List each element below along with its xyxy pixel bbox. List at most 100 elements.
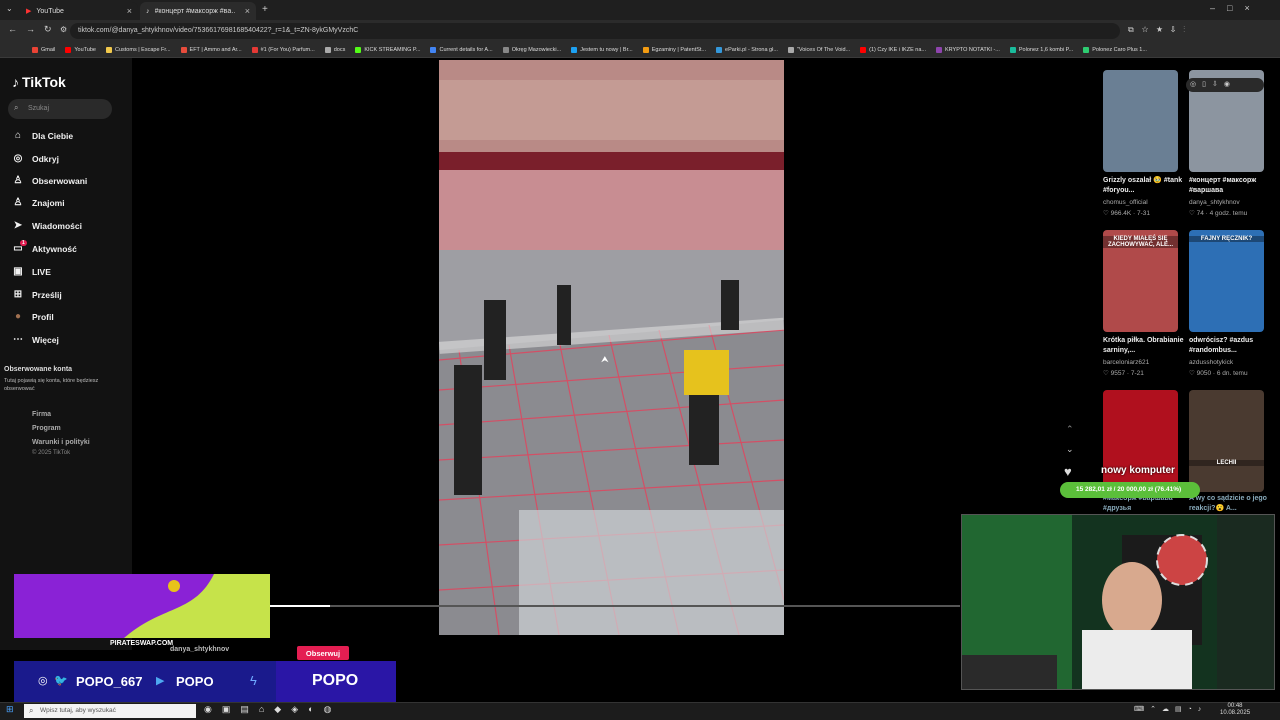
bookmark-favicon-icon [324, 46, 331, 53]
bookmark-label: KICK STREAMING P... [364, 46, 421, 53]
friends-icon: ♙ [13, 197, 23, 208]
taskbar-clock: 00:48 10.08.2025 [1220, 703, 1250, 717]
chevron-up-icon[interactable]: ⌃ [1066, 424, 1074, 435]
taskbar-search-input[interactable]: ⌕ Wpisz tutaj, aby wyszukać [24, 704, 196, 718]
bookmark-item[interactable]: KRYPTO NOTATKI -... [935, 46, 1000, 53]
sidebar-item-wiadomości[interactable]: ➤ Wiadomości [12, 220, 82, 231]
bookmark-item[interactable]: KICK STREAMING P... [355, 46, 421, 53]
reload-icon[interactable]: ↻ [44, 24, 52, 35]
compass-icon: ◎ [13, 153, 23, 164]
mini-player-controls[interactable]: ◎▯⇩◉ [1186, 78, 1264, 92]
chevron-down-icon[interactable]: ⌄ [1066, 444, 1074, 455]
sidebar-item-znajomi[interactable]: ♙ Znajomi [12, 197, 65, 208]
toolbar-extension-icons[interactable]: ⧉☆★⇩⋮ [1128, 25, 1193, 35]
recommended-caption[interactable]: #концерт #максорж #варшава [1189, 176, 1271, 196]
bookmark-item[interactable]: Customs | Escape Fr... [106, 46, 171, 53]
recommended-caption[interactable]: odwrócisz? #azdus #randombus... [1189, 336, 1271, 356]
footer-link-program[interactable]: Program [32, 425, 61, 432]
sidebar-item-live[interactable]: ▣ LIVE [12, 266, 51, 277]
bookmark-item[interactable]: Egzaminy | PatentSt... [642, 46, 707, 53]
tab-tiktok[interactable]: ♪ #концерт #максорж #вa… × [140, 2, 256, 20]
sidebar-item-więcej[interactable]: ⋯ Więcej [12, 334, 59, 345]
recommended-user[interactable]: azdusshotykick [1189, 359, 1233, 366]
bookmark-label: Customs | Escape Fr... [115, 46, 171, 53]
recommended-caption[interactable]: Grizzly oszalał 🥹 #tank #foryou... [1103, 176, 1185, 196]
bookmark-item[interactable]: Polonez Caro Plus 1... [1083, 46, 1147, 53]
bookmark-label: YouTube [74, 46, 96, 53]
url-field[interactable]: tiktok.com/@danya_shtykhnov/video/753661… [70, 23, 1120, 39]
sidebar-item-label: Obserwowani [32, 175, 88, 186]
recommended-thumbnail[interactable]: LECHII [1189, 390, 1264, 492]
bookmark-item[interactable]: #1 (For You) Parfum... [251, 46, 315, 53]
recommended-caption[interactable]: A wy co sądzicie o jego reakcji?😮 A... [1189, 494, 1271, 514]
recommended-user[interactable]: chomus_official [1103, 199, 1148, 206]
window-controls[interactable]: –□× [1210, 3, 1262, 13]
video-progress-fill [270, 605, 331, 607]
video-creator[interactable]: danya_shtykhnov [170, 646, 229, 653]
bookmark-item[interactable]: Polonez 1,6 kombi P... [1009, 46, 1073, 53]
close-tab-icon[interactable]: × [127, 6, 132, 16]
send-icon: ➤ [13, 220, 23, 231]
windows-start-icon[interactable]: ⊞ [6, 704, 14, 715]
bookmark-item[interactable]: eParki.pl - Strona gł... [716, 46, 778, 53]
bookmark-item[interactable]: (1) Czy IKE i IKZE na... [860, 46, 926, 53]
video-progress-bar[interactable] [270, 605, 960, 607]
bookmark-favicon-icon [935, 46, 942, 53]
recommended-stats: ♡ 9557 · 7-21 [1103, 370, 1144, 377]
bookmark-item[interactable]: "Voices Of The Void... [787, 46, 850, 53]
recommended-thumbnail[interactable] [1103, 70, 1178, 172]
bookmark-item[interactable]: Gmail [32, 46, 55, 53]
system-tray-icons[interactable]: ⌨⌃☁▤◔♪ [1134, 705, 1207, 713]
recommended-stats: ♡ 9050 · 6 dn. temu [1189, 370, 1248, 377]
kick-name: POPO [312, 672, 359, 689]
tab-youtube[interactable]: ▶ YouTube × [20, 2, 138, 20]
recommended-caption[interactable]: Krótka piłka. Obrabianie sarniny,... [1103, 336, 1185, 356]
close-tab-icon[interactable]: × [245, 6, 250, 16]
new-tab-icon[interactable]: + [262, 4, 268, 15]
taskbar-pinned-apps[interactable]: ◉▣▤⌂◆◈◐◍ [204, 704, 341, 715]
bookmark-item[interactable]: Jestem tu nowy | Br... [571, 46, 633, 53]
recommended-thumbnail[interactable] [1103, 390, 1178, 492]
sidebar-item-obserwowani[interactable]: ♙ Obserwowani [12, 175, 88, 186]
recommended-thumbnail[interactable]: FAJNY RĘCZNIK? [1189, 230, 1264, 332]
bookmark-item[interactable]: Okręg Mazowiecki... [502, 46, 561, 53]
bookmark-label: Egzaminy | PatentSt... [651, 46, 707, 53]
bookmark-label: #1 (For You) Parfum... [260, 46, 315, 53]
webcam-feed [961, 514, 1275, 690]
followed-empty-text: Tutaj pojawią się konta, które będziesz … [4, 378, 99, 392]
forward-icon[interactable]: → [26, 24, 35, 34]
recommended-user[interactable]: danya_shtykhnov [1189, 199, 1240, 206]
sidebar-item-profil[interactable]: ● Profil [12, 311, 54, 322]
webcam-image [962, 515, 1274, 689]
search-input[interactable]: ⌕ Szukaj [8, 99, 112, 119]
bookmark-favicon-icon [32, 46, 38, 53]
sidebar-item-dla-ciebie[interactable]: ⌂ Dla Ciebie [12, 130, 73, 141]
bookmark-favicon-icon [430, 46, 437, 53]
back-icon[interactable]: ← [8, 24, 17, 34]
bookmark-item[interactable]: Current details for A... [430, 46, 493, 53]
video-player[interactable] [439, 60, 784, 635]
bookmark-favicon-icon [180, 46, 187, 53]
sidebar-item-odkryj[interactable]: ◎ Odkryj [12, 153, 59, 164]
bookmark-item[interactable]: docs [324, 46, 345, 53]
like-heart-icon[interactable]: ♥ [1064, 464, 1072, 479]
taskbar-search-placeholder: Wpisz tutaj, aby wyszukać [40, 707, 116, 714]
bookmark-item[interactable]: YouTube [65, 46, 96, 53]
youtube-favicon-icon: ▶ [26, 8, 32, 15]
avatar-icon: ● [14, 311, 22, 322]
promo-graphic [14, 574, 270, 638]
sidebar-item-prześlij[interactable]: ⊞ Prześlij [12, 289, 62, 300]
bookmark-item[interactable]: EFT | Ammo and Ar... [180, 46, 242, 53]
tab-list-icon[interactable]: ⌄ [6, 4, 13, 13]
site-info-icon[interactable]: ⚙ [60, 25, 67, 34]
recommended-thumbnail[interactable]: KIEDY MIAŁEŚ SIĘ ZACHOWYWAĆ, ALE... [1103, 230, 1178, 332]
recommended-user[interactable]: barceloniarz621 [1103, 359, 1149, 366]
goal-progress-bar: 15 282,01 zł / 20 000,00 zł (76.41%) [1060, 482, 1200, 498]
bookmark-favicon-icon [642, 46, 649, 53]
sidebar-item-aktywność[interactable]: ▭ Aktywność 1 [12, 240, 77, 254]
tiktok-logo[interactable]: ♪ TikTok [12, 74, 66, 90]
footer-link-terms[interactable]: Warunki i polityki [32, 439, 90, 446]
goal-progress-text: 15 282,01 zł / 20 000,00 zł (76.41%) [1076, 486, 1182, 493]
footer-link-company[interactable]: Firma [32, 411, 51, 418]
follow-button[interactable]: Obserwuj [297, 646, 349, 660]
